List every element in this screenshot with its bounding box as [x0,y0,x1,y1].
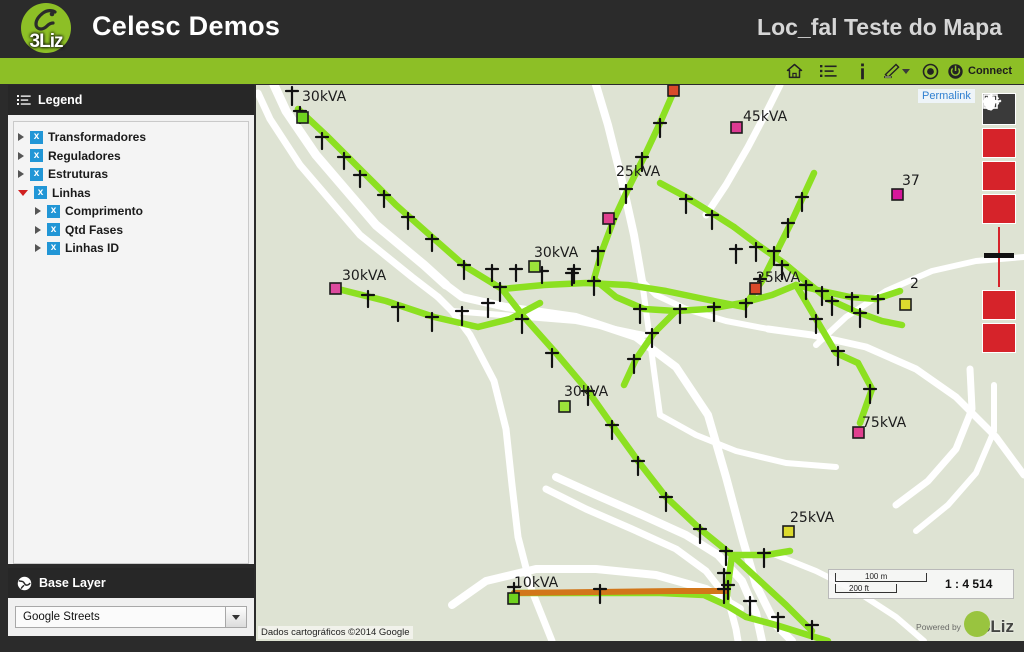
expand-triangle-icon[interactable] [35,207,41,216]
chevron-down-icon[interactable] [225,607,246,627]
info-icon[interactable] [845,58,879,84]
legend-checkbox[interactable]: x [47,223,60,237]
legend-item-label: Qtd Fases [65,222,124,237]
base-layer-panel-title: Base Layer [39,576,106,590]
power-icon [948,63,963,79]
connect-button[interactable]: Connect [947,63,1016,80]
app-header: 3Liz Celesc Demos Loc_fal Teste do Mapa [0,0,1024,58]
map-label: 45kVA [743,109,788,125]
legend-tree: x Transformadores x Reguladores x Estrut… [13,121,249,564]
expand-triangle-icon[interactable] [35,225,41,234]
expand-triangle-icon[interactable] [35,244,41,253]
collapse-triangle-icon[interactable] [18,189,28,196]
map-attribution: Dados cartográficos ©2014 Google [258,626,413,639]
map-label: 25kVA [790,510,835,526]
scale-bar-metric-label: 100 m [865,572,888,581]
zoom-out-button[interactable] [982,100,1016,320]
permalink-link[interactable]: Permalink [918,89,975,103]
map-label: 25kVA [616,164,661,180]
map-label: 25kVA [756,270,801,286]
legend-checkbox[interactable]: x [30,130,43,144]
left-sidebar: Legend x Transformadores x Reguladores x [8,85,254,640]
chevron-down-icon[interactable] [901,68,910,74]
globe-icon [17,576,32,590]
legend-item-estruturas[interactable]: x Estruturas [18,165,248,184]
expand-triangle-icon[interactable] [18,151,24,160]
legend-item-comprimento[interactable]: x Comprimento [18,202,248,221]
map-label: 37 [902,173,920,189]
logo-text: 3Liz [29,31,64,52]
left-right-arrows-icon [982,95,1002,107]
zoom-in-button[interactable] [982,94,1016,224]
home-icon[interactable] [777,58,811,84]
legend-panel-body: x Transformadores x Reguladores x Estrut… [8,115,254,564]
legend-checkbox[interactable]: x [34,186,47,200]
legend-item-label: Transformadores [48,130,147,145]
expand-triangle-icon[interactable] [18,133,24,142]
map-controls [982,93,1016,356]
map-label: 30kVA [534,245,579,261]
map-label: 2 [910,276,919,292]
base-layer-select[interactable]: Google Streets [15,606,247,628]
legend-checkbox[interactable]: x [47,204,60,218]
powered-by-label: Powered by [916,622,961,632]
app-title: Celesc Demos [92,11,281,41]
legend-item-label: Comprimento [65,204,143,219]
map-label: 30kVA [302,89,347,105]
base-layer-panel-body: Google Streets [8,598,254,636]
map-label: 75kVA [862,415,907,431]
expand-triangle-icon[interactable] [18,170,24,179]
legend-item-linhas-id[interactable]: x Linhas ID [18,239,248,258]
legend-item-linhas[interactable]: x Linhas [18,184,248,203]
legend-item-label: Linhas ID [65,241,120,256]
locate-target-icon[interactable] [913,58,947,84]
map-label: 30kVA [564,384,609,400]
toolbar-actions: Connect [777,58,1016,84]
legend-panel-header[interactable]: Legend [8,85,254,115]
legend-panel-title: Legend [38,93,83,107]
scale-bar-imperial-label: 200 ft [849,584,870,593]
app-logo[interactable]: 3Liz [17,3,75,57]
legend-item-label: Linhas [52,185,91,200]
main-toolbar: Connect [0,58,1024,84]
scale-ratio-text: 1 : 4 514 [945,577,993,591]
jmap-application-window: 3Liz Celesc Demos Loc_fal Teste do Mapa [0,0,1024,652]
legend-item-reguladores[interactable]: x Reguladores [18,147,248,166]
legend-list-icon [17,95,31,105]
legend-item-label: Estruturas [48,167,109,182]
map-canvas[interactable]: 30kVA 45kVA 25kVA 37 30kVA 30kVA 25kVA 2… [256,85,1024,641]
zoom-extent-button[interactable] [982,93,1016,191]
scale-bar-graphic: 100 m 200 ft [835,572,931,596]
legend-checkbox[interactable]: x [47,241,60,255]
powered-by-logo-disc [963,611,990,637]
base-layer-selected-value: Google Streets [23,611,100,623]
legend-list-icon[interactable] [811,58,845,84]
connect-label: Connect [968,65,1012,77]
legend-checkbox[interactable]: x [30,149,43,163]
measure-icon[interactable] [879,58,913,84]
scale-bar: 100 m 200 ft 1 : 4 514 [828,569,1014,599]
map-label: 10kVA [514,575,559,591]
legend-checkbox[interactable]: x [30,167,43,181]
map-title: Loc_fal Teste do Mapa [757,14,1002,40]
zoom-slider-thumb[interactable] [984,253,1014,258]
history-nav-button[interactable] [982,95,1016,353]
powered-by-watermark: Powered by 3Liz [916,611,1014,637]
base-layer-panel-header[interactable]: Base Layer [8,568,254,598]
legend-item-qtd-fases[interactable]: x Qtd Fases [18,221,248,240]
zoom-slider[interactable] [982,227,1016,287]
map-label: 30kVA [342,268,387,284]
zoom-box-button[interactable] [982,94,1016,158]
legend-item-label: Reguladores [48,148,121,163]
legend-item-transformadores[interactable]: x Transformadores [18,128,248,147]
